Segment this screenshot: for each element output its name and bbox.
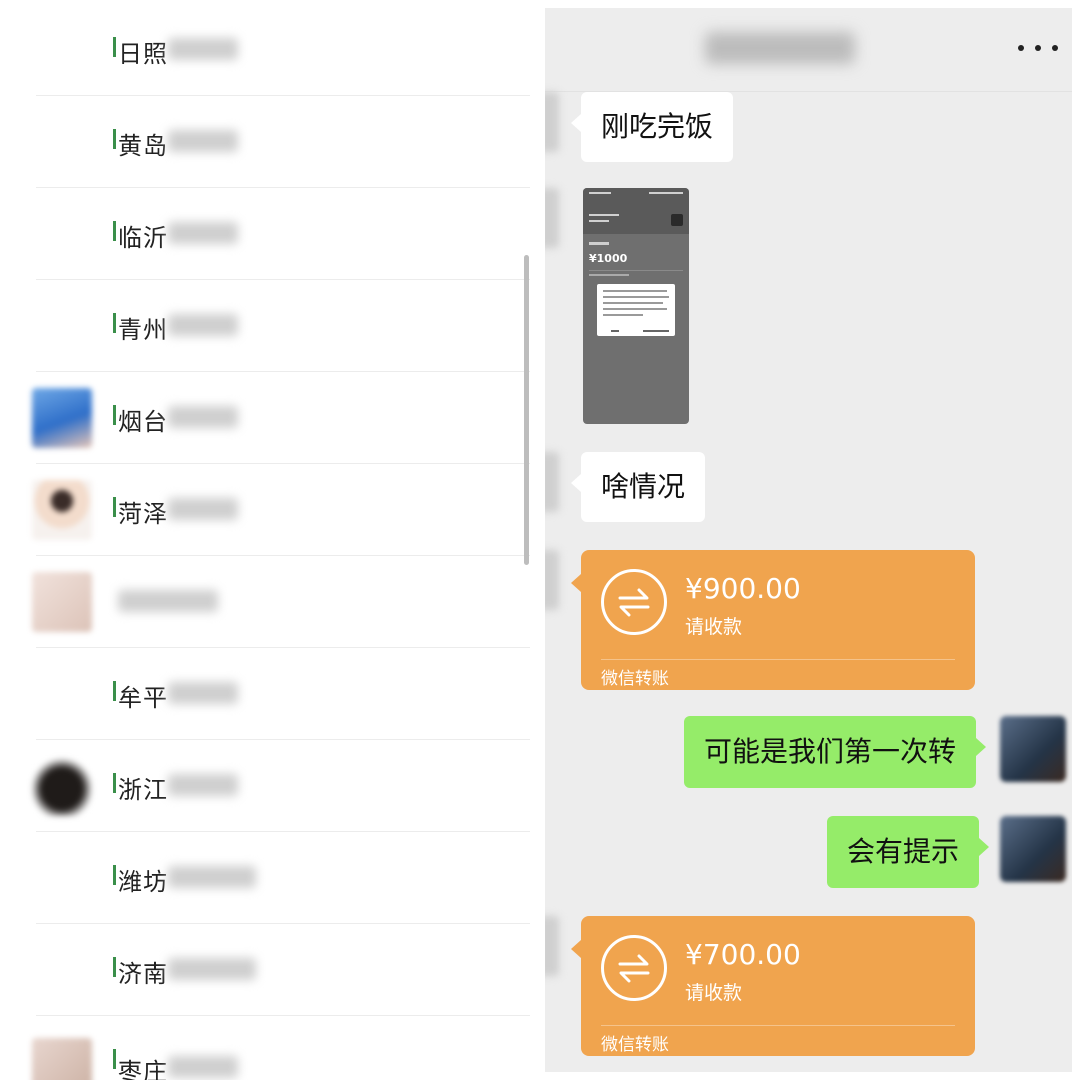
- name-marker: [113, 129, 116, 149]
- chat-title-redacted: [705, 32, 855, 64]
- name-marker: [113, 957, 116, 977]
- name-marker: [113, 405, 116, 425]
- screen: 日照 黄岛 临沂 青州 烟台 菏泽 牟平 浙江 潍坊 济南 枣庄 刚吃完饭 ¥1…: [0, 0, 1080, 1080]
- transfer-card[interactable]: ¥700.00 请收款 微信转账: [571, 916, 975, 1056]
- transfer-icon: [601, 569, 667, 635]
- avatar: [32, 388, 92, 448]
- contact-item[interactable]: 潍坊: [0, 832, 530, 924]
- contact-name: 日照: [118, 40, 168, 68]
- contact-item[interactable]: 日照: [0, 4, 530, 96]
- contact-name: 烟台: [118, 408, 168, 436]
- avatar: [32, 480, 92, 540]
- transfer-icon: [601, 935, 667, 1001]
- message-bubble-incoming[interactable]: 刚吃完饭: [570, 92, 734, 162]
- contact-item[interactable]: 青州: [0, 280, 530, 372]
- name-marker: [113, 1049, 116, 1069]
- contact-name: 青州: [118, 316, 168, 344]
- peer-avatar[interactable]: [545, 550, 559, 610]
- more-dots-icon[interactable]: [1018, 36, 1058, 60]
- transfer-status: 请收款: [685, 982, 743, 1004]
- thumb-divider: [589, 270, 683, 271]
- name-marker: [113, 37, 116, 57]
- peer-avatar[interactable]: [545, 452, 559, 512]
- redacted-name: [168, 866, 256, 888]
- contact-item[interactable]: 烟台: [0, 372, 530, 464]
- my-avatar[interactable]: [1000, 716, 1066, 782]
- contact-name: 菏泽: [118, 500, 168, 528]
- redacted-name: [168, 314, 238, 336]
- contact-item[interactable]: 济南: [0, 924, 530, 1016]
- redacted-name: [168, 498, 238, 520]
- thumb-text: [589, 274, 629, 276]
- transfer-amount: ¥700.00: [685, 938, 801, 971]
- name-marker: [113, 221, 116, 241]
- message-bubble-outgoing[interactable]: 可能是我们第一次转: [684, 716, 987, 788]
- chat-header: [545, 8, 1072, 92]
- peer-avatar[interactable]: [545, 188, 559, 248]
- redacted-name: [168, 130, 238, 152]
- contact-name: 黄岛: [118, 132, 168, 160]
- name-marker: [113, 773, 116, 793]
- redacted-name: [168, 774, 238, 796]
- message-bubble-outgoing[interactable]: 会有提示: [827, 816, 990, 888]
- contact-name: 浙江: [118, 776, 168, 804]
- avatar: [32, 572, 92, 632]
- peer-avatar[interactable]: [545, 916, 559, 976]
- redacted-name: [168, 682, 238, 704]
- thumb-avatar: [671, 214, 683, 226]
- transfer-brand: 微信转账: [601, 669, 669, 689]
- screenshot-image[interactable]: ¥1000: [583, 188, 689, 424]
- name-marker: [113, 497, 116, 517]
- transfer-divider: [601, 1025, 955, 1026]
- contact-item[interactable]: [0, 556, 530, 648]
- contact-item[interactable]: 临沂: [0, 188, 530, 280]
- thumb-amount: ¥1000: [589, 252, 628, 265]
- contact-item[interactable]: 浙江: [0, 740, 530, 832]
- contact-name: 潍坊: [118, 868, 168, 896]
- transfer-brand: 微信转账: [601, 1035, 669, 1055]
- redacted-name: [118, 590, 218, 612]
- peer-avatar[interactable]: [545, 92, 559, 152]
- my-avatar[interactable]: [1000, 816, 1066, 882]
- message-bubble-incoming[interactable]: 啥情况: [570, 452, 706, 522]
- scrollbar[interactable]: [524, 255, 529, 565]
- thumb-dialog: [597, 284, 675, 336]
- contact-name: 牟平: [118, 684, 168, 712]
- thumb-topbar: [583, 188, 689, 234]
- contact-item[interactable]: 菏泽: [0, 464, 530, 556]
- contact-name: 枣庄: [118, 1058, 168, 1080]
- avatar: [32, 756, 92, 816]
- redacted-name: [168, 1056, 238, 1078]
- transfer-amount: ¥900.00: [685, 572, 801, 605]
- name-marker: [113, 865, 116, 885]
- name-marker: [113, 681, 116, 701]
- redacted-name: [168, 406, 238, 428]
- contact-name: 济南: [118, 960, 168, 988]
- transfer-status: 请收款: [685, 616, 743, 638]
- redacted-name: [168, 222, 238, 244]
- thumb-label: [589, 242, 609, 245]
- name-marker: [113, 313, 116, 333]
- transfer-card[interactable]: ¥900.00 请收款 微信转账: [571, 550, 975, 690]
- contact-item[interactable]: 牟平: [0, 648, 530, 740]
- transfer-divider: [601, 659, 955, 660]
- chat-panel: 刚吃完饭 ¥1000 啥情况 ¥900.00 请收款 微信转账 可能是我们第一次…: [545, 8, 1072, 1072]
- contact-item[interactable]: 黄岛: [0, 96, 530, 188]
- contact-name: 临沂: [118, 224, 168, 252]
- avatar: [32, 1038, 92, 1080]
- contact-item[interactable]: 枣庄: [0, 1016, 530, 1080]
- redacted-name: [168, 958, 256, 980]
- redacted-name: [168, 38, 238, 60]
- contact-list: 日照 黄岛 临沂 青州 烟台 菏泽 牟平 浙江 潍坊 济南 枣庄: [0, 0, 545, 1080]
